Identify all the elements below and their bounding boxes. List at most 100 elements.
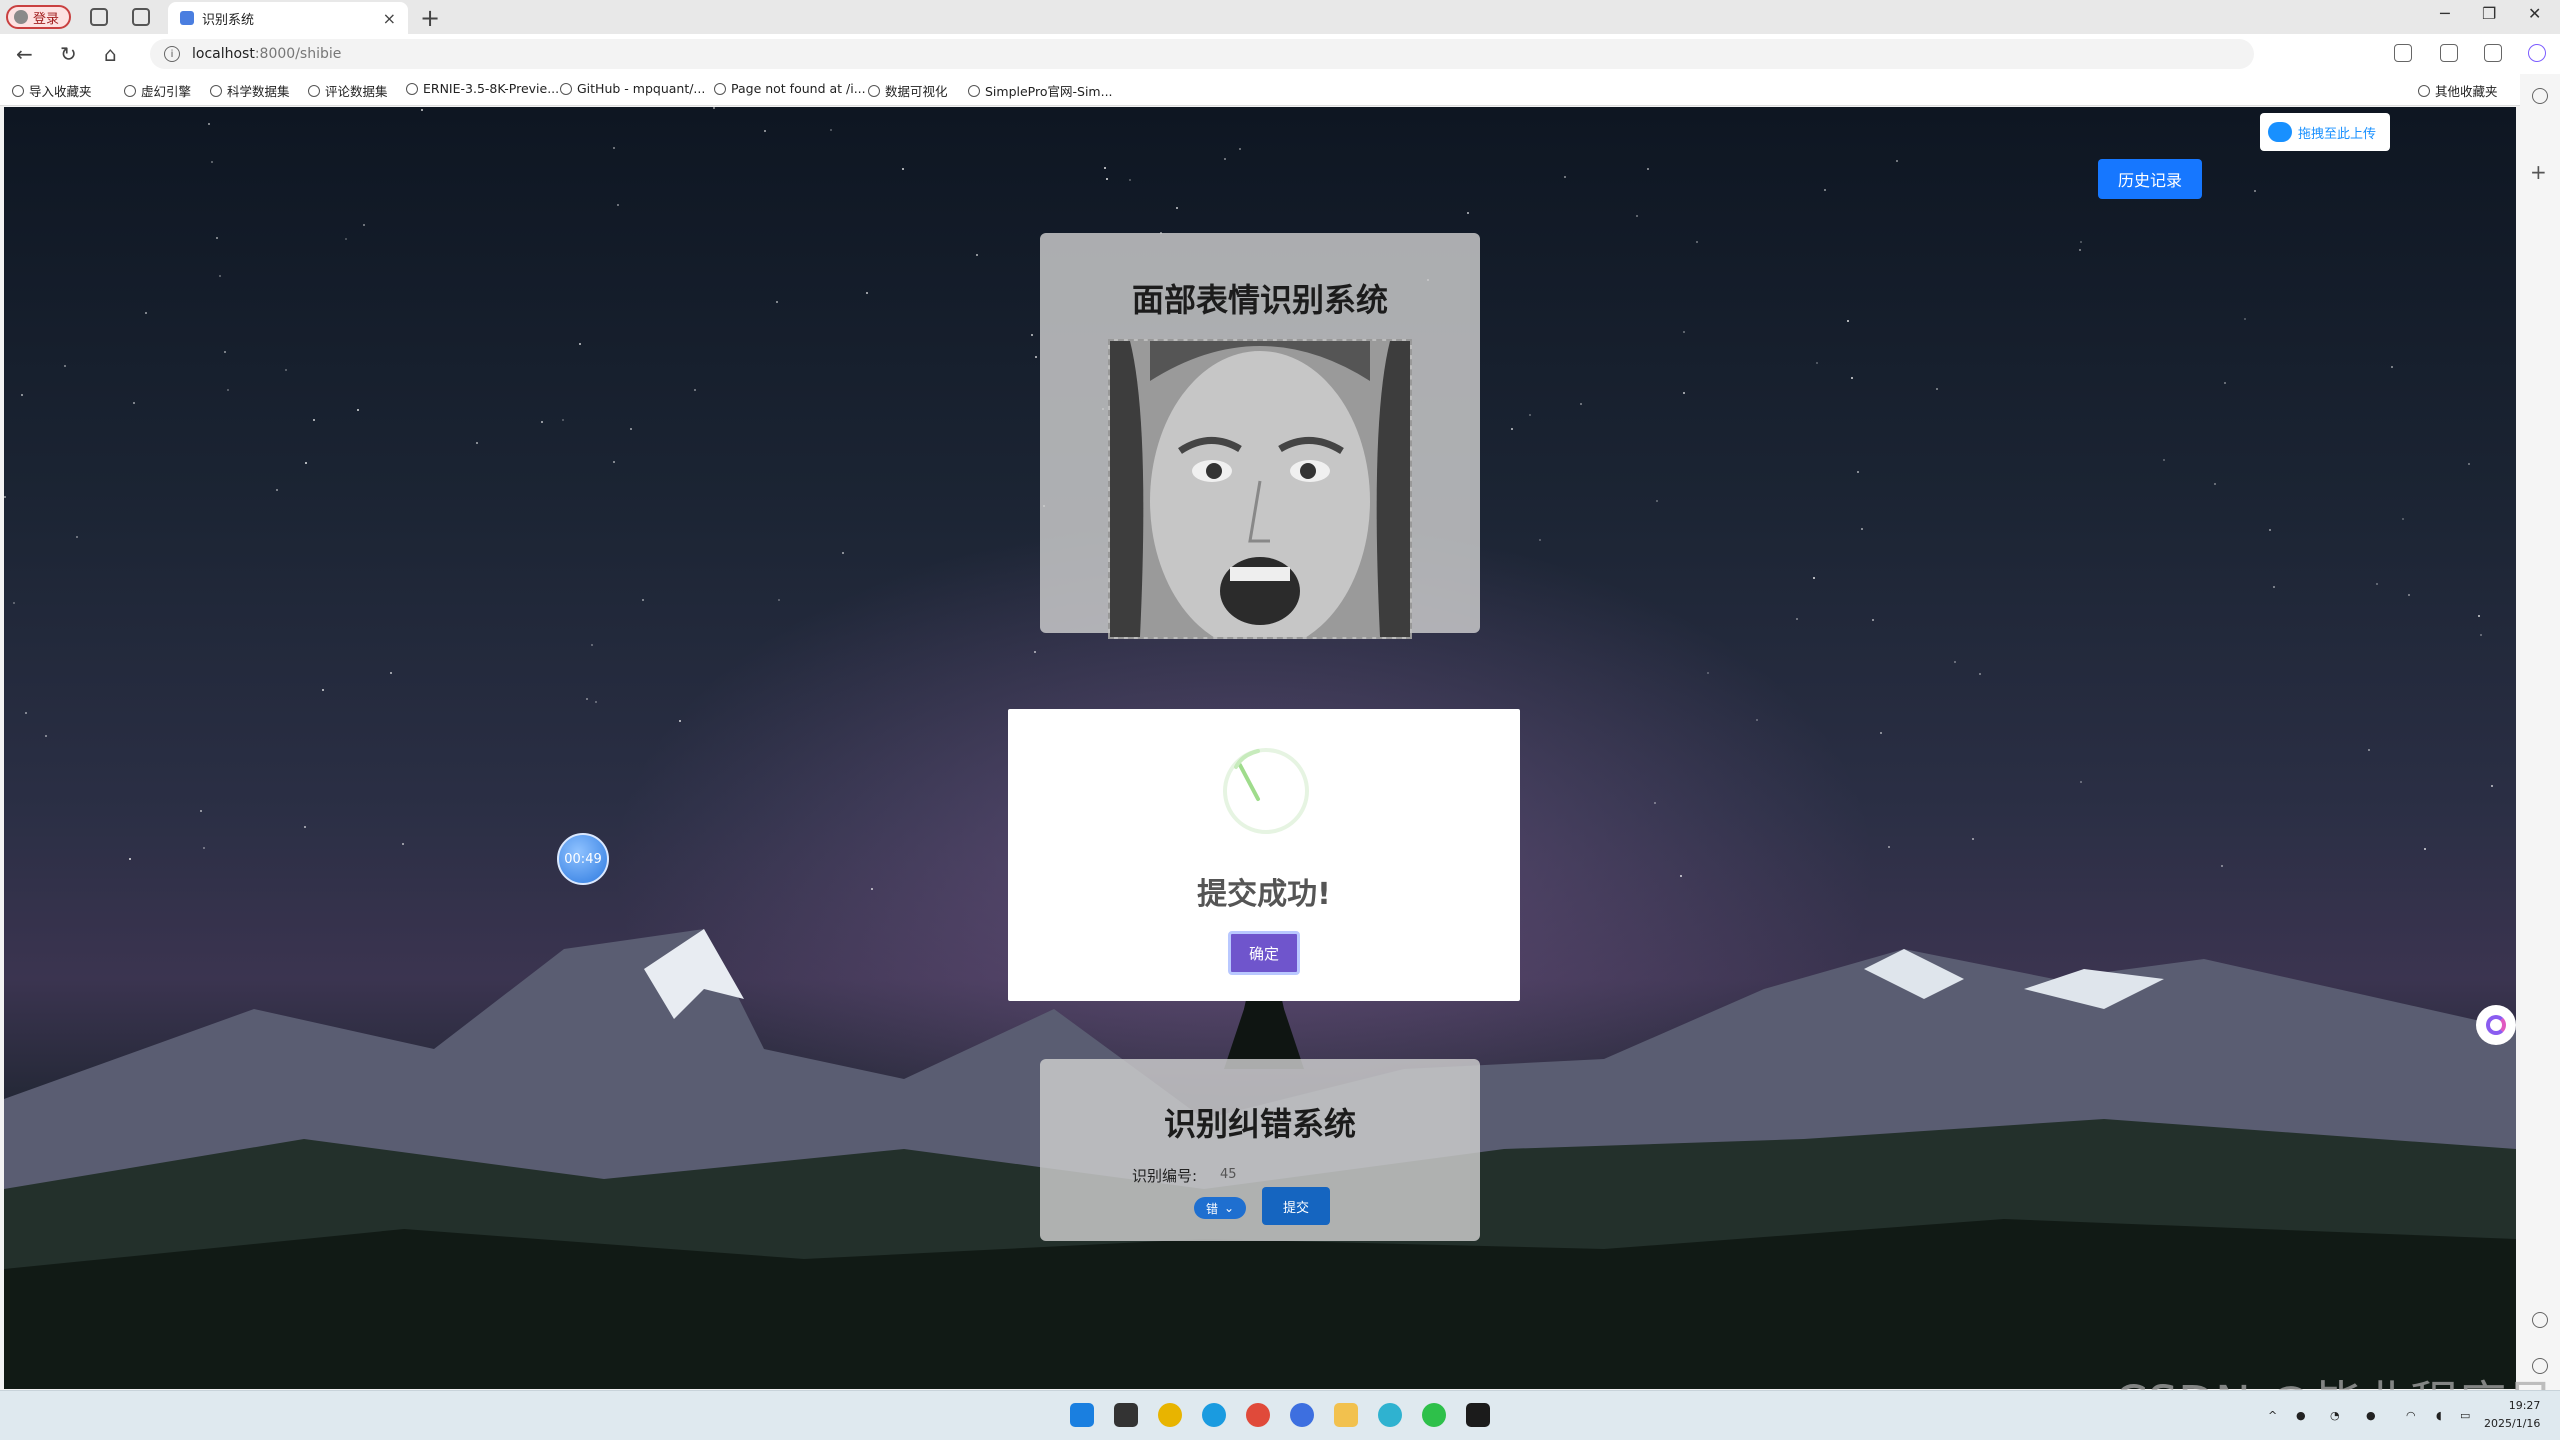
tray-chevron-icon[interactable]: ^ xyxy=(2268,1409,2277,1422)
star xyxy=(345,238,347,240)
chat-icon[interactable] xyxy=(1378,1403,1402,1427)
timer-badge[interactable]: 00:49 xyxy=(557,833,609,885)
success-modal: 提交成功! 确定 xyxy=(1008,709,1520,1001)
star xyxy=(2391,366,2393,368)
edge-icon[interactable] xyxy=(1202,1403,1226,1427)
bookmark-item[interactable]: 评论数据集 xyxy=(308,81,388,100)
more-menu-icon[interactable] xyxy=(2484,44,2502,62)
star xyxy=(1656,500,1658,502)
app-icon[interactable] xyxy=(1290,1403,1314,1427)
new-tab-icon[interactable]: + xyxy=(420,4,440,32)
star xyxy=(679,720,681,722)
star xyxy=(1511,428,1513,430)
tab-actions-icon[interactable] xyxy=(132,8,150,26)
star xyxy=(2408,594,2410,596)
chrome-icon[interactable] xyxy=(1246,1403,1270,1427)
upload-button[interactable]: 拖拽至此上传 xyxy=(2260,113,2390,151)
star xyxy=(208,123,210,125)
profile-button[interactable]: 登录 xyxy=(6,5,72,29)
security-app-icon[interactable] xyxy=(1158,1403,1182,1427)
restore-icon[interactable]: ❐ xyxy=(2482,4,2496,23)
bookmark-item[interactable]: Page not found at /i... xyxy=(714,81,866,96)
star xyxy=(1683,392,1685,394)
correction-card: 识别纠错系统 识别编号: 45 错 ⌄ 提交 xyxy=(1040,1059,1480,1241)
globe-icon xyxy=(868,84,880,97)
tray-volume-icon[interactable]: ◖ xyxy=(2436,1409,2442,1422)
star xyxy=(1467,212,1469,214)
star xyxy=(1796,618,1798,620)
confirm-button[interactable]: 确定 xyxy=(1228,931,1300,975)
star xyxy=(145,312,147,314)
tray-app-icon[interactable]: ● xyxy=(2296,1409,2306,1422)
star xyxy=(776,301,778,303)
url-input[interactable]: i localhost:8000/shibie xyxy=(150,39,2254,69)
star xyxy=(2468,463,2470,465)
card-title: 识别纠错系统 xyxy=(1163,1105,1356,1143)
star xyxy=(579,343,581,345)
star xyxy=(285,369,287,371)
star xyxy=(421,109,423,111)
correction-select[interactable]: 错 ⌄ xyxy=(1194,1197,1246,1219)
bookmark-item[interactable]: 虚幻引擎 xyxy=(124,81,191,100)
star xyxy=(1031,334,1033,336)
bookmark-other[interactable]: 其他收藏夹 xyxy=(2418,81,2498,100)
browser-side-panel: + xyxy=(2520,74,2560,1390)
copilot-icon[interactable] xyxy=(2528,44,2546,62)
star xyxy=(1654,802,1656,804)
minimize-icon[interactable]: ─ xyxy=(2440,4,2450,23)
refresh-icon[interactable]: ↻ xyxy=(60,42,77,66)
tray-wifi-icon[interactable]: ◠ xyxy=(2406,1409,2416,1422)
history-button[interactable]: 历史记录 xyxy=(2098,159,2202,199)
close-window-icon[interactable]: ✕ xyxy=(2528,4,2541,23)
star xyxy=(694,389,696,391)
bookmark-item[interactable]: SimplePro官网-Sim... xyxy=(968,81,1113,100)
star xyxy=(2163,459,2165,461)
star xyxy=(1696,241,1698,243)
tray-network-icon[interactable]: ◔ xyxy=(2330,1409,2340,1422)
upload-dropzone[interactable] xyxy=(1108,339,1412,639)
bookmark-item[interactable]: 数据可视化 xyxy=(868,81,948,100)
system-clock[interactable]: 19:27 2025/1/16 xyxy=(2484,1397,2540,1433)
star xyxy=(591,644,593,646)
bookmark-item[interactable]: 科学数据集 xyxy=(210,81,290,100)
pycharm-icon[interactable] xyxy=(1466,1403,1490,1427)
favorites-icon[interactable] xyxy=(2440,44,2458,62)
star xyxy=(586,698,588,700)
assistant-icon xyxy=(2486,1015,2506,1035)
start-icon[interactable] xyxy=(1070,1403,1094,1427)
url-host: localhost xyxy=(192,46,255,62)
submit-button[interactable]: 提交 xyxy=(1262,1187,1330,1225)
tray-app-icon[interactable]: ● xyxy=(2366,1409,2376,1422)
site-info-icon[interactable]: i xyxy=(164,46,180,62)
extensions-icon[interactable] xyxy=(2394,44,2412,62)
bookmark-import[interactable]: 导入收藏夹 xyxy=(12,81,92,100)
star xyxy=(1851,377,1853,379)
star xyxy=(390,672,392,674)
screenshot-icon[interactable] xyxy=(2532,1312,2548,1328)
bookmark-item[interactable]: GitHub - mpquant/... xyxy=(560,81,705,96)
search-icon[interactable] xyxy=(2532,88,2548,104)
tab-active[interactable]: 识别系统 × xyxy=(168,2,408,34)
workspaces-icon[interactable] xyxy=(90,8,108,26)
star xyxy=(1888,846,1890,848)
tab-close-icon[interactable]: × xyxy=(383,9,396,28)
tray-battery-icon[interactable]: ▭ xyxy=(2460,1409,2470,1422)
star xyxy=(902,168,904,170)
star xyxy=(1647,168,1649,170)
bookmark-item[interactable]: ERNIE-3.5-8K-Previe... xyxy=(406,81,559,96)
globe-icon xyxy=(560,82,572,95)
bookmark-icon xyxy=(124,84,136,97)
home-icon[interactable]: ⌂ xyxy=(104,42,117,66)
add-icon[interactable]: + xyxy=(2530,160,2547,184)
back-icon[interactable]: ← xyxy=(16,42,33,66)
wechat-icon[interactable] xyxy=(1422,1403,1446,1427)
success-check-icon xyxy=(1223,748,1309,834)
assistant-float-button[interactable] xyxy=(2476,1005,2516,1045)
star xyxy=(357,409,359,411)
windows-taskbar: ^ ● ◔ ● ◠ ◖ ▭ 19:27 2025/1/16 xyxy=(0,1390,2560,1440)
star xyxy=(1824,189,1826,191)
star xyxy=(713,107,715,109)
folder-icon[interactable] xyxy=(1334,1403,1358,1427)
page-viewport: 拖拽至此上传 历史记录 面部表情识别系统 识别纠错系统 识别编号: 45 错 ⌄… xyxy=(4,107,2516,1389)
file-explorer-icon[interactable] xyxy=(1114,1403,1138,1427)
